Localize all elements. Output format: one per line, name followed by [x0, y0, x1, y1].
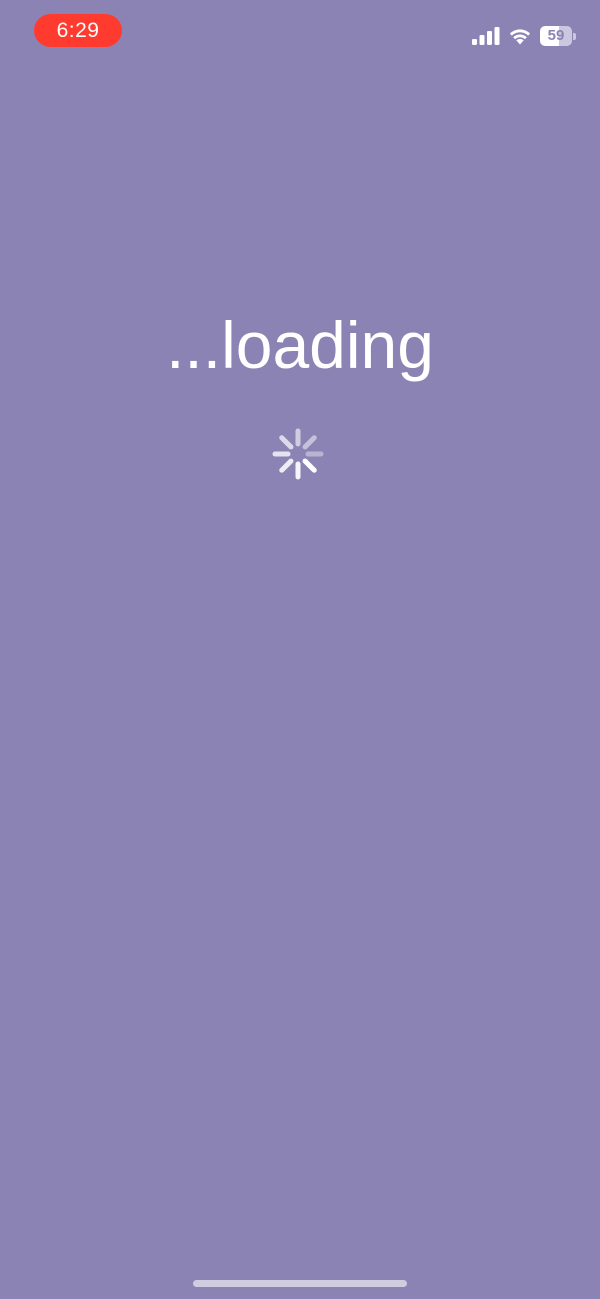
loading-label: ...loading [166, 308, 434, 382]
battery-level: 59 [547, 27, 565, 44]
wifi-icon [509, 29, 531, 45]
battery-cap [573, 32, 576, 40]
battery-icon: 59 [540, 26, 576, 46]
status-bar: 6:29 59 [0, 0, 600, 62]
battery-body: 59 [540, 26, 572, 46]
status-time: 6:29 [34, 14, 122, 47]
spinner-spoke [302, 458, 317, 473]
activity-spinner-icon [272, 428, 324, 480]
home-indicator[interactable] [193, 1280, 407, 1287]
spinner-spoke [302, 435, 317, 450]
cellular-signal-icon [472, 27, 500, 45]
status-icons: 59 [472, 24, 576, 48]
spinner-spoke [279, 458, 294, 473]
spinner-spoke [279, 435, 294, 450]
